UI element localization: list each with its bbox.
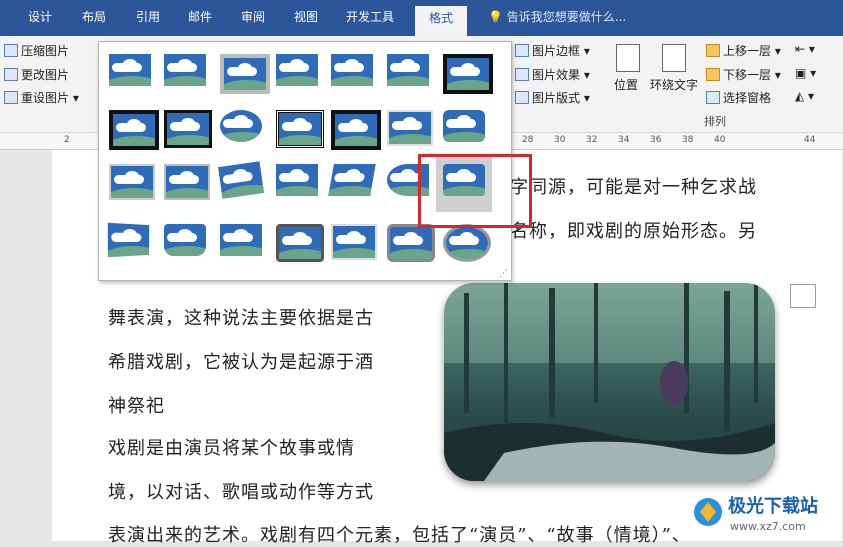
picture-style-option[interactable] bbox=[331, 54, 373, 86]
lightbulb-icon: 💡 bbox=[488, 10, 503, 24]
position-button[interactable]: 位置 bbox=[614, 76, 638, 93]
ribbon-tab-bar: 设计 布局 引用 邮件 审阅 视图 开发工具 格式 💡 告诉我您想要做什么... bbox=[0, 0, 843, 36]
ruler-number: 30 bbox=[554, 135, 566, 145]
tab-layout[interactable]: 布局 bbox=[82, 8, 106, 25]
doc-line: 名称，即戏剧的原始形态。另 bbox=[510, 221, 757, 242]
layout-icon bbox=[515, 91, 529, 104]
picture-style-option[interactable] bbox=[276, 164, 318, 196]
compress-label: 压缩图片 bbox=[21, 44, 70, 58]
bring-forward-button[interactable]: 上移一层 ▾ bbox=[706, 42, 781, 59]
highlight-box bbox=[418, 154, 532, 228]
picture-style-option[interactable] bbox=[107, 222, 150, 258]
effects-label: 图片效果 bbox=[532, 68, 581, 82]
tab-developer[interactable]: 开发工具 bbox=[346, 8, 394, 25]
doc-line: 字同源，可能是对一种乞求战 bbox=[510, 177, 757, 198]
picture-style-option[interactable] bbox=[220, 110, 262, 142]
tab-references[interactable]: 引用 bbox=[136, 8, 160, 25]
layout-options-icon[interactable] bbox=[790, 284, 816, 308]
picture-style-option[interactable] bbox=[331, 224, 377, 260]
border-label: 图片边框 bbox=[532, 44, 581, 58]
picture-border-button[interactable]: 图片边框 ▾ bbox=[515, 42, 590, 59]
document-image[interactable] bbox=[444, 283, 775, 481]
tab-design[interactable]: 设计 bbox=[28, 8, 52, 25]
position-icon bbox=[616, 44, 640, 72]
picture-style-option[interactable] bbox=[276, 54, 318, 86]
change-picture-label: 更改图片 bbox=[21, 68, 70, 82]
tab-mailings[interactable]: 邮件 bbox=[188, 8, 212, 25]
picture-style-option[interactable] bbox=[220, 54, 270, 94]
picture-style-option[interactable] bbox=[276, 110, 324, 148]
doc-line: 戏剧是由演员将某个故事或情 bbox=[108, 438, 355, 459]
picture-style-option[interactable] bbox=[328, 164, 376, 196]
reset-icon bbox=[4, 91, 18, 104]
ruler-number: 2 bbox=[64, 135, 70, 145]
picture-effects-button[interactable]: 图片效果 ▾ bbox=[515, 66, 590, 83]
layout-label: 图片版式 bbox=[532, 91, 581, 105]
picture-style-option[interactable] bbox=[387, 224, 435, 262]
picture-style-option[interactable] bbox=[109, 164, 155, 200]
ruler-number: 40 bbox=[714, 135, 726, 145]
change-picture-icon bbox=[4, 68, 18, 81]
selection-pane-icon bbox=[706, 91, 720, 104]
picture-style-option[interactable] bbox=[276, 224, 324, 262]
bring-forward-label: 上移一层 bbox=[723, 44, 772, 58]
doc-line: 神祭祀 bbox=[108, 396, 165, 417]
resize-grip-icon[interactable]: ⋰ bbox=[499, 269, 508, 279]
selection-pane-button[interactable]: 选择窗格 bbox=[706, 89, 771, 106]
bring-forward-icon bbox=[706, 44, 720, 57]
ruler-number: 34 bbox=[618, 135, 630, 145]
picture-layout-button[interactable]: 图片版式 ▾ bbox=[515, 89, 590, 106]
picture-style-option[interactable] bbox=[443, 224, 491, 262]
picture-style-option[interactable] bbox=[217, 161, 265, 199]
picture-style-option[interactable] bbox=[164, 164, 210, 200]
picture-style-option[interactable] bbox=[164, 224, 206, 256]
wrap-text-icon bbox=[662, 44, 686, 72]
group-icon[interactable]: ▣ ▾ bbox=[795, 66, 816, 80]
arrange-group-label: 排列 bbox=[704, 115, 726, 128]
doc-line: 希腊戏剧，它被认为是起源于酒 bbox=[108, 352, 374, 373]
tab-view[interactable]: 视图 bbox=[294, 8, 318, 25]
border-icon bbox=[515, 44, 529, 57]
picture-style-option[interactable] bbox=[387, 54, 429, 86]
picture-style-option[interactable] bbox=[387, 110, 433, 146]
ruler-number: 36 bbox=[650, 135, 662, 145]
svg-text:www.xz7.com: www.xz7.com bbox=[730, 520, 806, 533]
change-picture-button[interactable]: 更改图片 bbox=[4, 66, 69, 83]
selection-pane-label: 选择窗格 bbox=[723, 91, 772, 105]
picture-style-option[interactable] bbox=[109, 54, 151, 86]
picture-style-option[interactable] bbox=[164, 54, 206, 86]
ruler-number: 28 bbox=[522, 135, 534, 145]
compress-icon bbox=[4, 44, 18, 57]
picture-style-option[interactable] bbox=[443, 110, 485, 142]
picture-style-option[interactable] bbox=[220, 224, 262, 256]
align-icon[interactable]: ⇤ ▾ bbox=[795, 42, 815, 56]
doc-line: 境，以对话、歌唱或动作等方式 bbox=[108, 482, 374, 503]
doc-line: 表演出来的艺术。戏剧有四个元素，包括了“演员”、“故事（情境）”、 bbox=[108, 525, 691, 546]
reset-label: 重设图片 bbox=[21, 91, 70, 105]
picture-style-option[interactable] bbox=[109, 110, 159, 150]
chevron-down-icon: ▾ bbox=[69, 91, 79, 105]
compress-pictures-button[interactable]: 压缩图片 bbox=[4, 42, 69, 59]
watermark-logo: 极光下载站 www.xz7.com bbox=[690, 490, 840, 536]
doc-line: 舞表演，这种说法主要依据是古 bbox=[108, 308, 374, 329]
svg-text:极光下载站: 极光下载站 bbox=[728, 495, 818, 517]
rotate-icon[interactable]: ◭ ▾ bbox=[795, 89, 814, 103]
tell-me-box[interactable]: 💡 告诉我您想要做什么... bbox=[488, 8, 626, 25]
wrap-text-button[interactable]: 环绕文字 bbox=[650, 76, 698, 93]
send-backward-button[interactable]: 下移一层 ▾ bbox=[706, 66, 781, 83]
tell-me-text: 告诉我您想要做什么... bbox=[506, 10, 627, 24]
picture-style-option[interactable] bbox=[164, 110, 212, 148]
ruler-number: 32 bbox=[586, 135, 598, 145]
effects-icon bbox=[515, 68, 529, 81]
picture-style-option[interactable] bbox=[443, 54, 493, 94]
reset-picture-button[interactable]: 重设图片 ▾ bbox=[4, 89, 79, 106]
tab-format[interactable]: 格式 bbox=[415, 6, 468, 36]
tab-review[interactable]: 审阅 bbox=[241, 8, 265, 25]
ruler-number: 44 bbox=[804, 135, 816, 145]
ruler-number: 38 bbox=[682, 135, 694, 145]
send-backward-label: 下移一层 bbox=[723, 68, 772, 82]
send-backward-icon bbox=[706, 68, 720, 81]
forest-river-scene bbox=[444, 283, 775, 481]
picture-style-option[interactable] bbox=[331, 110, 381, 150]
